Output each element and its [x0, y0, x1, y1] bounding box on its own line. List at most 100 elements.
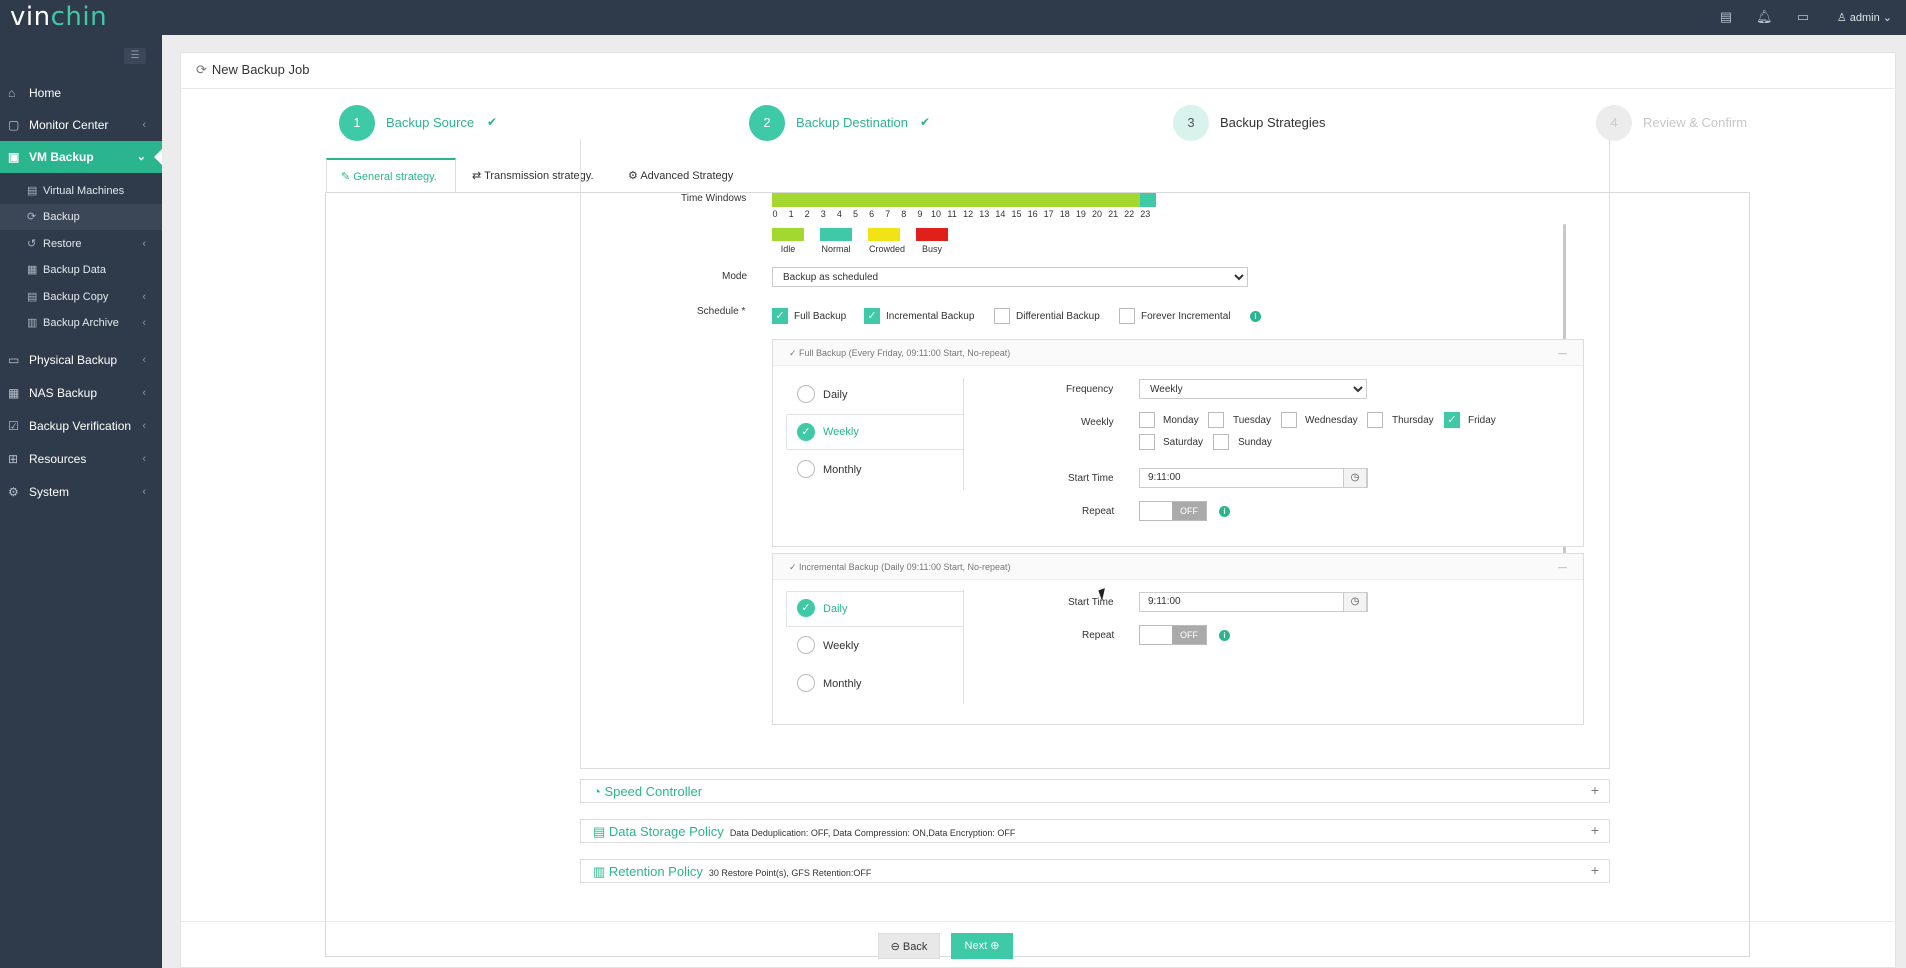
chevron-left-icon: ‹	[142, 387, 146, 399]
nav-label: Home	[29, 86, 62, 100]
inc-daily-radio[interactable]: ✓	[797, 599, 815, 617]
time-window-bar-idle[interactable]	[772, 193, 1148, 207]
tab-general-strategy[interactable]: ✎ General strategy.	[326, 158, 456, 192]
sidebar-item-backup-verification[interactable]: ☑ Backup Verification ‹	[0, 410, 162, 442]
hour-tick-label: 17	[1043, 209, 1054, 219]
step-backup-strategies[interactable]: 3 Backup Strategies	[1173, 105, 1353, 141]
inc-weekly-radio[interactable]	[797, 636, 815, 654]
sidebar-item-system[interactable]: ⚙ System ‹	[0, 476, 162, 508]
legend-idle-swatch	[772, 228, 804, 241]
user-caret-icon: ⌄	[1882, 12, 1892, 24]
sidebar: ☰ ⌂ Home ▢ Monitor Center ‹ ▣ VM Backup ⌄ ▤ Vi…	[0, 35, 162, 968]
incremental-backup-checkbox[interactable]: ✓	[864, 308, 880, 324]
user-name: admin	[1849, 12, 1880, 24]
vm-list-icon: ▤	[27, 185, 38, 197]
sidebar-item-resources[interactable]: ⊞ Resources ‹	[0, 443, 162, 475]
back-button[interactable]: ⊖ Back	[878, 933, 940, 959]
nav-label: Backup Verification	[29, 419, 132, 433]
step-number: 4	[1596, 105, 1632, 141]
wednesday-checkbox[interactable]	[1281, 412, 1297, 428]
hour-tick-label: 11	[947, 209, 957, 219]
info-icon[interactable]: i	[1219, 630, 1230, 641]
hour-tick-label: 21	[1108, 209, 1119, 219]
sidebar-item-nas-backup[interactable]: ▦ NAS Backup ‹	[0, 377, 162, 409]
user-menu[interactable]: ♙ admin ⌄	[1837, 11, 1892, 24]
inc-monthly-radio[interactable]	[797, 674, 815, 692]
full-backup-checkbox[interactable]: ✓	[772, 308, 788, 324]
sidebar-item-monitor-center[interactable]: ▢ Monitor Center ‹	[0, 109, 162, 141]
hour-tick-label: 1	[788, 209, 794, 219]
sidebar-item-vm-backup[interactable]: ▣ VM Backup ⌄	[0, 141, 162, 173]
sidebar-item-home[interactable]: ⌂ Home	[0, 77, 162, 109]
full-backup-header[interactable]: ✓ Full Backup (Every Friday, 09:11:00 St…	[773, 340, 1583, 366]
speed-controller-section[interactable]: ◔ Speed Controller +	[580, 779, 1610, 803]
monday-checkbox[interactable]	[1139, 412, 1155, 428]
clock-icon[interactable]: ◷	[1343, 468, 1367, 488]
tuesday-checkbox[interactable]	[1208, 412, 1224, 428]
hour-tick-label: 13	[979, 209, 990, 219]
full-start-time-input[interactable]: 9:11:00 ◷	[1139, 468, 1368, 488]
sidebar-sub-backup-archive[interactable]: ▥ Backup Archive ‹	[0, 310, 162, 336]
vinchin-logo: vinchin	[10, 2, 107, 32]
archive-icon: ▥	[27, 317, 38, 329]
nav-label: NAS Backup	[29, 386, 98, 400]
bell-icon[interactable]: 🔔︎	[1756, 9, 1773, 25]
document-icon[interactable]: ▤	[1718, 9, 1734, 25]
step-backup-source[interactable]: 1 Backup Source ✔	[339, 105, 519, 141]
sidebar-toggle-icon[interactable]: ☰	[124, 48, 146, 64]
schedule-label: Schedule *	[697, 306, 746, 317]
saturday-checkbox[interactable]	[1139, 434, 1155, 450]
data-storage-policy-section[interactable]: ▤ Data Storage Policy Data Deduplication:…	[580, 819, 1610, 843]
sidebar-sub-backup-copy[interactable]: ▤ Backup Copy ‹	[0, 284, 162, 310]
step-backup-destination[interactable]: 2 Backup Destination ✔	[749, 105, 949, 141]
incremental-backup-header[interactable]: ✓ Incremental Backup (Daily 09:11:00 Sta…	[773, 554, 1583, 580]
chevron-left-icon: ‹	[142, 453, 146, 465]
info-icon[interactable]: i	[1250, 311, 1261, 322]
legend-crowded-label: Crowded	[868, 244, 906, 254]
full-repeat-toggle[interactable]: OFF	[1139, 501, 1207, 521]
retention-policy-section[interactable]: ▥ Retention Policy 30 Restore Point(s), G…	[580, 859, 1610, 883]
sidebar-sub-backup[interactable]: ⟳ Backup	[0, 204, 162, 230]
sidebar-item-physical-backup[interactable]: ▭ Physical Backup ‹	[0, 344, 162, 376]
inc-weekly-label: Weekly	[823, 640, 859, 652]
chevron-left-icon: ‹	[142, 238, 146, 250]
monitor-icon[interactable]: ▭	[1795, 9, 1811, 25]
forever-incremental-checkbox[interactable]	[1119, 308, 1135, 324]
sidebar-sub-backup-data[interactable]: ▦ Backup Data	[0, 257, 162, 283]
step-number: 2	[749, 105, 785, 141]
weekly-label: Weekly	[1081, 417, 1114, 428]
sunday-label: Sunday	[1238, 437, 1272, 448]
inc-start-time-input[interactable]: 9:11:00 ◷	[1139, 592, 1368, 612]
friday-checkbox[interactable]: ✓	[1444, 412, 1460, 428]
hour-tick-label: 16	[1027, 209, 1038, 219]
expand-icon[interactable]: +	[1591, 782, 1599, 798]
storage-icon: ▤	[593, 824, 609, 839]
full-monthly-radio[interactable]	[797, 460, 815, 478]
sidebar-sub-restore[interactable]: ↺ Restore ‹	[0, 231, 162, 257]
time-window-bar-normal[interactable]	[1140, 193, 1156, 207]
sidebar-sub-virtual-machines[interactable]: ▤ Virtual Machines	[0, 178, 162, 204]
expand-icon[interactable]: +	[1591, 822, 1599, 838]
mode-select[interactable]: Backup as scheduled	[772, 267, 1248, 287]
next-button[interactable]: Next ⊕	[951, 933, 1013, 959]
info-icon[interactable]: i	[1219, 506, 1230, 517]
full-daily-radio[interactable]	[797, 385, 815, 403]
sunday-checkbox[interactable]	[1213, 434, 1229, 450]
thursday-checkbox[interactable]	[1367, 412, 1383, 428]
clock-icon[interactable]: ◷	[1343, 592, 1367, 612]
sub-label: Virtual Machines	[43, 185, 125, 197]
sub-label: Backup	[43, 211, 80, 223]
chevron-down-icon: ⌄	[136, 151, 146, 163]
hour-tick-label: 3	[820, 209, 826, 219]
collapse-icon[interactable]: —	[1558, 554, 1567, 580]
differential-backup-checkbox[interactable]	[994, 308, 1010, 324]
incremental-backup-label: Incremental Backup	[886, 311, 975, 322]
full-backup-header-text: Full Backup (Every Friday, 09:11:00 Star…	[799, 348, 1011, 358]
collapse-icon[interactable]: —	[1558, 340, 1567, 366]
repeat-label: Repeat	[1082, 630, 1115, 641]
inc-repeat-toggle[interactable]: OFF	[1139, 625, 1207, 645]
full-weekly-radio[interactable]: ✓	[797, 423, 815, 441]
differential-backup-label: Differential Backup	[1016, 311, 1100, 322]
frequency-select[interactable]: Weekly	[1139, 379, 1367, 399]
expand-icon[interactable]: +	[1591, 862, 1599, 878]
